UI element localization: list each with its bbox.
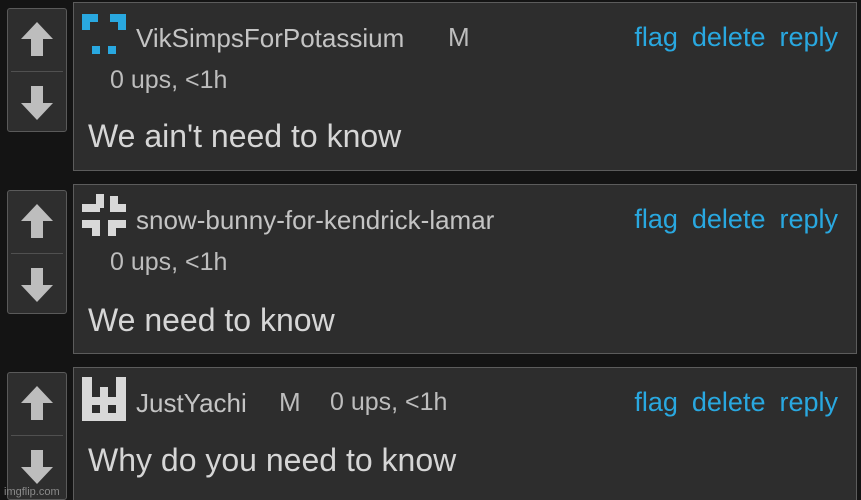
comment-meta: 0 ups, <1h	[330, 388, 448, 416]
avatar[interactable]	[80, 10, 128, 58]
comment-actions: flag delete reply	[634, 22, 838, 53]
username[interactable]: snow-bunny-for-kendrick-lamar	[136, 205, 494, 236]
flag-link[interactable]: flag	[634, 387, 678, 418]
reply-link[interactable]: reply	[779, 387, 838, 418]
avatar[interactable]	[80, 375, 128, 423]
arrow-up-icon	[21, 204, 53, 238]
comment: snow-bunny-for-kendrick-lamar 0 ups, <1h…	[73, 184, 857, 354]
watermark: imgflip.com	[4, 486, 60, 498]
flag-link[interactable]: flag	[634, 204, 678, 235]
comment-meta: 0 ups, <1h	[110, 248, 228, 276]
arrow-down-icon	[21, 86, 53, 120]
upvote-button[interactable]	[8, 195, 66, 247]
downvote-button[interactable]	[8, 77, 66, 129]
flag-link[interactable]: flag	[634, 22, 678, 53]
comment-actions: flag delete reply	[634, 387, 838, 418]
comment: JustYachi M 0 ups, <1h flag delete reply…	[73, 367, 857, 500]
arrow-up-icon	[21, 386, 53, 420]
mod-badge: M	[279, 387, 301, 417]
comment-meta: 0 ups, <1h	[110, 66, 228, 94]
comment: VikSimpsForPotassium M 0 ups, <1h flag d…	[73, 2, 857, 171]
delete-link[interactable]: delete	[692, 22, 766, 53]
mod-badge: M	[448, 22, 470, 52]
vote-box	[7, 372, 67, 500]
reply-link[interactable]: reply	[779, 204, 838, 235]
vote-box	[7, 190, 67, 314]
downvote-button[interactable]	[8, 259, 66, 311]
comment-text: Why do you need to know	[88, 442, 457, 478]
arrow-down-icon	[21, 450, 53, 484]
vote-box	[7, 8, 67, 132]
delete-link[interactable]: delete	[692, 387, 766, 418]
username[interactable]: JustYachi	[136, 388, 247, 419]
comment-text: We ain't need to know	[88, 118, 402, 154]
avatar[interactable]	[80, 192, 128, 240]
reply-link[interactable]: reply	[779, 22, 838, 53]
delete-link[interactable]: delete	[692, 204, 766, 235]
upvote-button[interactable]	[8, 13, 66, 65]
comment-actions: flag delete reply	[634, 204, 838, 235]
username[interactable]: VikSimpsForPotassium	[136, 23, 404, 54]
upvote-button[interactable]	[8, 377, 66, 429]
arrow-up-icon	[21, 22, 53, 56]
comment-text: We need to know	[88, 302, 335, 338]
arrow-down-icon	[21, 268, 53, 302]
